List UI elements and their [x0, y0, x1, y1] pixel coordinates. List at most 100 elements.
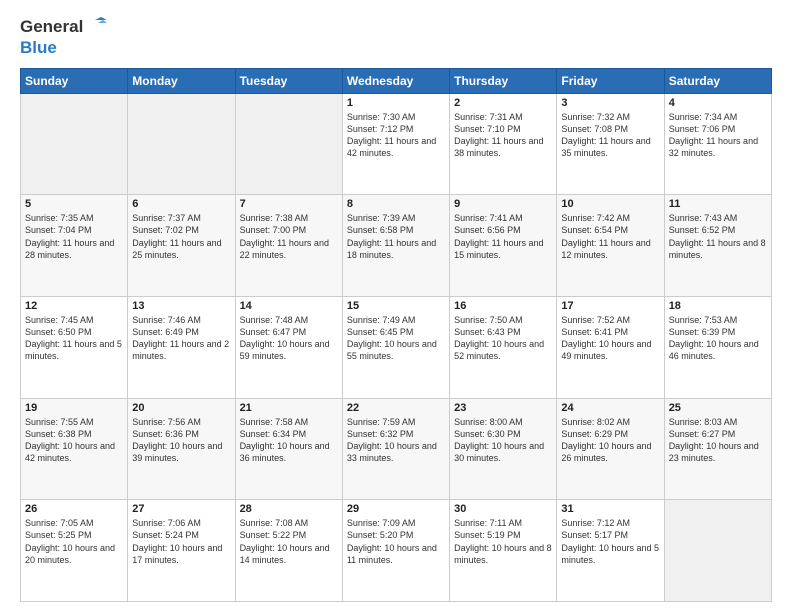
day-info: Sunrise: 7:52 AM Sunset: 6:41 PM Dayligh…: [561, 314, 659, 363]
calendar-day-cell: 28 Sunrise: 7:08 AM Sunset: 5:22 PM Dayli…: [235, 500, 342, 602]
day-number: 10: [561, 198, 659, 210]
calendar-day-cell: 10Sunrise: 7:42 AM Sunset: 6:54 PM Dayli…: [557, 195, 664, 297]
calendar-day-cell: 3Sunrise: 7:32 AM Sunset: 7:08 PM Daylig…: [557, 93, 664, 195]
day-info: Sunrise: 7:49 AM Sunset: 6:45 PM Dayligh…: [347, 314, 445, 363]
calendar-day-cell: 22 Sunrise: 7:59 AM Sunset: 6:32 PM Dayli…: [342, 398, 449, 500]
day-number: 28: [240, 503, 338, 515]
day-info: Sunrise: 7:08 AM Sunset: 5:22 PM Dayligh…: [240, 517, 338, 566]
day-number: 26: [25, 503, 123, 515]
logo-general: General: [20, 17, 83, 37]
day-number: 20: [132, 402, 230, 414]
day-number: 24: [561, 402, 659, 414]
day-info: Sunrise: 7:58 AM Sunset: 6:34 PM Dayligh…: [240, 416, 338, 465]
calendar-day-cell: 19 Sunrise: 7:55 AM Sunset: 6:38 PM Dayli…: [21, 398, 128, 500]
calendar-day-cell: 31 Sunrise: 7:12 AM Sunset: 5:17 PM Dayli…: [557, 500, 664, 602]
day-info: Sunrise: 7:55 AM Sunset: 6:38 PM Dayligh…: [25, 416, 123, 465]
day-number: 9: [454, 198, 552, 210]
calendar-day-cell: 18Sunrise: 7:53 AM Sunset: 6:39 PM Dayli…: [664, 296, 771, 398]
calendar-day-cell: 16Sunrise: 7:50 AM Sunset: 6:43 PM Dayli…: [450, 296, 557, 398]
calendar-day-cell: 15Sunrise: 7:49 AM Sunset: 6:45 PM Dayli…: [342, 296, 449, 398]
day-of-week-header: Saturday: [664, 68, 771, 93]
calendar-week-row: 12 Sunrise: 7:45 AM Sunset: 6:50 PM Dayli…: [21, 296, 772, 398]
calendar-week-row: 26 Sunrise: 7:05 AM Sunset: 5:25 PM Dayli…: [21, 500, 772, 602]
day-info: Sunrise: 7:45 AM Sunset: 6:50 PM Dayligh…: [25, 314, 123, 363]
logo: General Blue: [20, 16, 107, 58]
day-number: 19: [25, 402, 123, 414]
day-number: 23: [454, 402, 552, 414]
day-of-week-header: Sunday: [21, 68, 128, 93]
day-info: Sunrise: 7:43 AM Sunset: 6:52 PM Dayligh…: [669, 212, 767, 261]
day-info: Sunrise: 7:34 AM Sunset: 7:06 PM Dayligh…: [669, 111, 767, 160]
day-info: Sunrise: 7:48 AM Sunset: 6:47 PM Dayligh…: [240, 314, 338, 363]
calendar-day-cell: 25 Sunrise: 8:03 AM Sunset: 6:27 PM Dayli…: [664, 398, 771, 500]
day-info: Sunrise: 8:03 AM Sunset: 6:27 PM Dayligh…: [669, 416, 767, 465]
calendar-day-cell: 24 Sunrise: 8:02 AM Sunset: 6:29 PM Dayli…: [557, 398, 664, 500]
calendar-day-cell: 9 Sunrise: 7:41 AM Sunset: 6:56 PM Daylig…: [450, 195, 557, 297]
calendar-header-row: SundayMondayTuesdayWednesdayThursdayFrid…: [21, 68, 772, 93]
calendar-day-cell: 30Sunrise: 7:11 AM Sunset: 5:19 PM Dayli…: [450, 500, 557, 602]
day-info: Sunrise: 7:32 AM Sunset: 7:08 PM Dayligh…: [561, 111, 659, 160]
day-number: 22: [347, 402, 445, 414]
day-number: 27: [132, 503, 230, 515]
calendar-day-cell: 27 Sunrise: 7:06 AM Sunset: 5:24 PM Dayli…: [128, 500, 235, 602]
day-info: Sunrise: 7:05 AM Sunset: 5:25 PM Dayligh…: [25, 517, 123, 566]
day-info: Sunrise: 8:00 AM Sunset: 6:30 PM Dayligh…: [454, 416, 552, 465]
day-of-week-header: Friday: [557, 68, 664, 93]
calendar-day-cell: 26 Sunrise: 7:05 AM Sunset: 5:25 PM Dayli…: [21, 500, 128, 602]
day-number: 29: [347, 503, 445, 515]
day-of-week-header: Tuesday: [235, 68, 342, 93]
day-info: Sunrise: 7:56 AM Sunset: 6:36 PM Dayligh…: [132, 416, 230, 465]
page-header: General Blue: [20, 16, 772, 58]
day-number: 7: [240, 198, 338, 210]
day-info: Sunrise: 7:12 AM Sunset: 5:17 PM Dayligh…: [561, 517, 659, 566]
calendar-week-row: 5 Sunrise: 7:35 AM Sunset: 7:04 PM Daylig…: [21, 195, 772, 297]
calendar-table: SundayMondayTuesdayWednesdayThursdayFrid…: [20, 68, 772, 602]
day-number: 18: [669, 300, 767, 312]
day-number: 6: [132, 198, 230, 210]
logo-bird-icon: [85, 16, 107, 38]
day-info: Sunrise: 7:41 AM Sunset: 6:56 PM Dayligh…: [454, 212, 552, 261]
calendar-day-cell: 21 Sunrise: 7:58 AM Sunset: 6:34 PM Dayli…: [235, 398, 342, 500]
calendar-week-row: 1Sunrise: 7:30 AM Sunset: 7:12 PM Daylig…: [21, 93, 772, 195]
calendar-day-cell: 17 Sunrise: 7:52 AM Sunset: 6:41 PM Dayli…: [557, 296, 664, 398]
day-number: 14: [240, 300, 338, 312]
day-number: 12: [25, 300, 123, 312]
day-info: Sunrise: 8:02 AM Sunset: 6:29 PM Dayligh…: [561, 416, 659, 465]
day-number: 13: [132, 300, 230, 312]
calendar-day-cell: 13Sunrise: 7:46 AM Sunset: 6:49 PM Dayli…: [128, 296, 235, 398]
day-number: 11: [669, 198, 767, 210]
calendar-day-cell: 23 Sunrise: 8:00 AM Sunset: 6:30 PM Dayli…: [450, 398, 557, 500]
day-number: 21: [240, 402, 338, 414]
day-of-week-header: Thursday: [450, 68, 557, 93]
calendar-day-cell: [128, 93, 235, 195]
calendar-day-cell: 29Sunrise: 7:09 AM Sunset: 5:20 PM Dayli…: [342, 500, 449, 602]
calendar-page: General Blue SundayMondayTuesdayWednesda…: [0, 0, 792, 612]
day-of-week-header: Monday: [128, 68, 235, 93]
day-info: Sunrise: 7:06 AM Sunset: 5:24 PM Dayligh…: [132, 517, 230, 566]
day-of-week-header: Wednesday: [342, 68, 449, 93]
calendar-day-cell: 1Sunrise: 7:30 AM Sunset: 7:12 PM Daylig…: [342, 93, 449, 195]
day-info: Sunrise: 7:38 AM Sunset: 7:00 PM Dayligh…: [240, 212, 338, 261]
calendar-day-cell: 14 Sunrise: 7:48 AM Sunset: 6:47 PM Dayli…: [235, 296, 342, 398]
day-info: Sunrise: 7:59 AM Sunset: 6:32 PM Dayligh…: [347, 416, 445, 465]
day-number: 30: [454, 503, 552, 515]
calendar-day-cell: [664, 500, 771, 602]
calendar-day-cell: 4Sunrise: 7:34 AM Sunset: 7:06 PM Daylig…: [664, 93, 771, 195]
day-info: Sunrise: 7:31 AM Sunset: 7:10 PM Dayligh…: [454, 111, 552, 160]
calendar-day-cell: [21, 93, 128, 195]
day-info: Sunrise: 7:30 AM Sunset: 7:12 PM Dayligh…: [347, 111, 445, 160]
calendar-day-cell: 6 Sunrise: 7:37 AM Sunset: 7:02 PM Daylig…: [128, 195, 235, 297]
day-number: 25: [669, 402, 767, 414]
calendar-day-cell: 7 Sunrise: 7:38 AM Sunset: 7:00 PM Daylig…: [235, 195, 342, 297]
day-info: Sunrise: 7:35 AM Sunset: 7:04 PM Dayligh…: [25, 212, 123, 261]
day-number: 2: [454, 97, 552, 109]
day-number: 31: [561, 503, 659, 515]
calendar-day-cell: 5 Sunrise: 7:35 AM Sunset: 7:04 PM Daylig…: [21, 195, 128, 297]
calendar-day-cell: 11 Sunrise: 7:43 AM Sunset: 6:52 PM Dayli…: [664, 195, 771, 297]
day-info: Sunrise: 7:37 AM Sunset: 7:02 PM Dayligh…: [132, 212, 230, 261]
day-number: 5: [25, 198, 123, 210]
calendar-day-cell: 12 Sunrise: 7:45 AM Sunset: 6:50 PM Dayli…: [21, 296, 128, 398]
calendar-week-row: 19 Sunrise: 7:55 AM Sunset: 6:38 PM Dayli…: [21, 398, 772, 500]
day-number: 17: [561, 300, 659, 312]
day-number: 16: [454, 300, 552, 312]
